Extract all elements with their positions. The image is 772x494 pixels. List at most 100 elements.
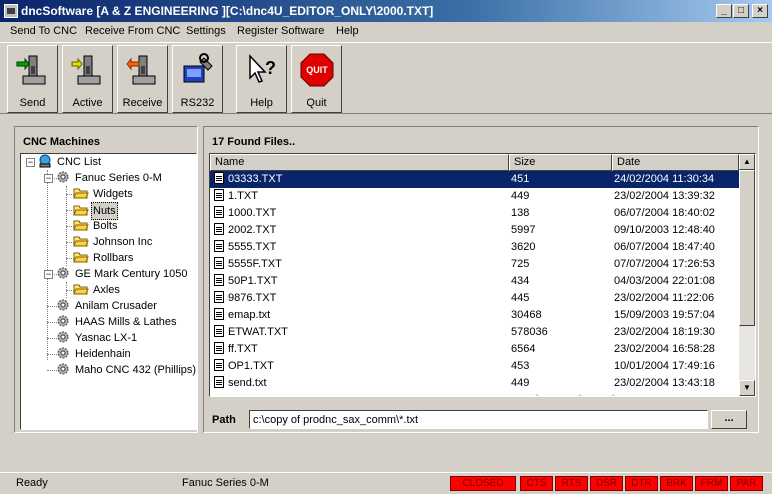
rs232-label: RS232 [180,97,215,109]
path-input[interactable] [249,410,708,429]
tree-line [47,306,57,307]
file-row[interactable]: 5555F.TXT 725 07/07/2004 17:26:53 [210,256,739,273]
file-row[interactable]: 50P1.TXT 434 04/03/2004 22:01:08 [210,273,739,290]
file-date: 23/02/2004 16:58:28 [614,343,715,355]
status-ready: Ready [16,477,48,489]
file-list[interactable]: Name Size Date 03333.TXT 451 24/02/2004 11… [209,153,756,397]
text-file-icon [214,240,224,252]
quit-button[interactable]: QUIT Quit [291,45,342,113]
toolbar: Send Active Receive RS232 ? Help QUIT Qu… [0,42,772,114]
file-row[interactable]: emap.txt 30468 15/09/2003 19:57:04 [210,307,739,324]
title-bar[interactable]: dncSoftware [A & Z ENGINEERING ][C:\dnc4… [0,0,772,22]
tree-collapse-icon[interactable]: − [44,174,53,183]
tree-item[interactable]: GE Mark Century 1050 [55,266,190,282]
minimize-button[interactable]: _ [716,4,732,18]
file-name: 5555F.TXT [214,256,282,273]
file-name: 50P1.TXT [214,273,278,290]
file-size: 5997 [511,224,536,236]
lamp-frm: FRM [695,476,728,491]
lamp-dsr: DSR [590,476,623,491]
file-row[interactable]: ff.TXT 6564 23/02/2004 16:58:28 [210,341,739,358]
file-row[interactable]: send.txt 449 23/02/2004 13:43:18 [210,375,739,392]
column-header-size[interactable]: Size [509,154,612,171]
tree-item-label: Widgets [93,188,133,200]
close-button[interactable]: × [752,4,768,18]
help-button[interactable]: ? Help [236,45,287,113]
send-button[interactable]: Send [7,45,58,113]
tree-item-label: HAAS Mills & Lathes [75,316,177,328]
menu-bar: Send To CNC Receive From CNC Settings Re… [0,22,772,42]
menu-send-to-cnc[interactable]: Send To CNC [10,25,77,37]
text-file-icon [214,206,224,218]
file-name-text: 5555.TXT [228,241,277,253]
tree-item[interactable]: Johnson Inc [73,234,154,250]
tree-collapse-icon[interactable]: − [26,158,35,167]
tree-collapse-icon[interactable]: − [44,270,53,279]
tree-item[interactable]: Maho CNC 432 (Phillips) [55,362,196,378]
cnc-tree[interactable]: CNC List − Fanuc Series 0-M − Widgets Nuts Bol… [20,153,197,430]
cnc-machines-panel: CNC Machines CNC List − Fanuc Series 0-M − W… [14,126,198,433]
column-header-name[interactable]: Name [210,154,509,171]
file-name: ETWAT.TXT [214,324,288,341]
text-file-icon [214,189,224,201]
file-row[interactable]: OP1.TXT 453 10/01/2004 17:49:16 [210,358,739,375]
file-row[interactable]: ETWAT.TXT 578036 23/02/2004 18:19:30 [210,324,739,341]
tree-line [47,170,48,360]
receive-machine-icon [125,55,155,85]
tree-item[interactable]: Heidenhain [55,346,133,362]
tree-item-label: Johnson Inc [93,236,153,248]
text-file-icon [214,376,224,388]
file-row[interactable]: 5555.TXT 3620 06/07/2004 18:47:40 [210,239,739,256]
tree-item[interactable]: HAAS Mills & Lathes [55,314,178,330]
tree-item[interactable]: CNC List [37,154,103,170]
file-row[interactable]: 1.TXT 449 23/02/2004 13:39:32 [210,188,739,205]
tree-item[interactable]: Axles [73,282,122,298]
menu-receive-from-cnc[interactable]: Receive From CNC [85,25,180,37]
file-date: 04/03/2004 22:01:08 [614,275,715,287]
tree-item-label: Yasnac LX-1 [75,332,138,344]
tree-line [47,370,57,371]
path-label: Path [212,414,236,426]
tree-item-label: Anilam Crusader [75,300,157,312]
tree-item[interactable]: Yasnac LX-1 [55,330,139,346]
vertical-scrollbar[interactable]: ▲ ▼ [739,154,755,396]
maximize-button[interactable]: □ [733,4,749,18]
help-cursor-icon: ? [248,54,276,83]
menu-help[interactable]: Help [336,25,359,37]
tree-item[interactable]: Bolts [73,218,119,234]
file-row[interactable]: 2002.TXT 5997 09/10/2003 12:48:40 [210,222,739,239]
tree-line [66,194,76,195]
file-name: emap.txt [214,307,270,324]
gear-icon [55,362,71,376]
network-icon [37,154,53,168]
file-name-text: ETWAT.TXT [228,326,288,338]
tree-item[interactable]: Rollbars [73,250,135,266]
file-name-text: 1.TXT [228,190,258,202]
active-machine-icon [71,55,100,85]
scroll-up-arrow-icon[interactable]: ▲ [739,154,755,170]
file-date: 15/09/2003 19:57:04 [614,309,715,321]
files-panel: 17 Found Files.. Name Size Date 03333.TX… [203,126,759,433]
file-name: 5555.TXT [214,239,276,256]
svg-text:?: ? [265,58,276,78]
file-row[interactable]: 1000.TXT 138 06/07/2004 18:40:02 [210,205,739,222]
tree-item-label: GE Mark Century 1050 [75,268,188,280]
tree-item[interactable]: Widgets [73,186,135,202]
scroll-down-arrow-icon[interactable]: ▼ [739,380,755,396]
file-name: 2002.TXT [214,222,276,239]
tree-item[interactable]: Nuts [73,202,118,220]
browse-button[interactable]: ... [711,410,747,429]
receive-button[interactable]: Receive [117,45,168,113]
menu-register-software[interactable]: Register Software [237,25,324,37]
scroll-thumb[interactable] [739,170,755,326]
menu-settings[interactable]: Settings [186,25,226,37]
rs232-button[interactable]: RS232 [172,45,223,113]
file-row[interactable]: 03333.TXT 451 24/02/2004 11:30:34 [210,171,739,188]
file-row[interactable]: 9876.TXT 445 23/02/2004 11:22:06 [210,290,739,307]
gear-icon [55,314,71,328]
tree-item[interactable]: Anilam Crusader [55,298,159,314]
column-header-date[interactable]: Date [612,154,739,171]
file-size: 138 [511,207,530,219]
active-button[interactable]: Active [62,45,113,113]
tree-item[interactable]: Fanuc Series 0-M [55,170,164,186]
